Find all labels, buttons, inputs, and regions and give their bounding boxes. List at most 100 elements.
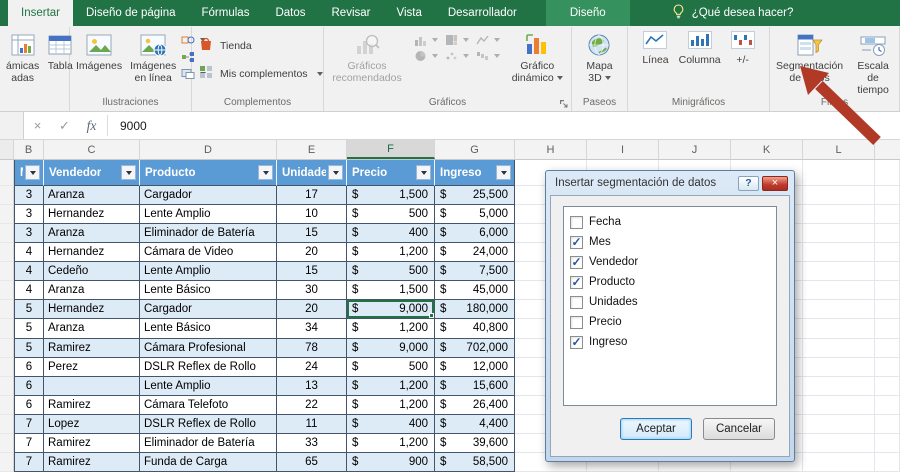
cell-precio[interactable]: $1,200 [347,243,435,262]
table-header-ingreso[interactable]: Ingreso [435,160,515,186]
filter-button-vendedor[interactable] [121,165,136,180]
cell-producto[interactable]: DSLR Reflex de Rollo [140,415,277,434]
filter-button-mes[interactable] [25,165,40,180]
cell-mes[interactable]: 3 [14,224,44,243]
cell-producto[interactable]: Lente Amplio [140,205,277,224]
column-chart-button[interactable] [414,34,438,46]
cell-producto[interactable]: Lente Básico [140,281,277,300]
checkbox-producto[interactable]: ✓ [570,276,583,289]
empty-cell[interactable] [803,339,875,358]
cell-vendedor[interactable]: Hernandez [44,300,140,319]
column-header-c[interactable]: C [44,140,140,159]
slicer-field-unidades[interactable]: Unidades [568,292,772,312]
column-header-d[interactable]: D [140,140,277,159]
cell-ingreso[interactable]: $6,000 [435,224,515,243]
cell-precio[interactable]: $1,500 [347,281,435,300]
cell-producto[interactable]: Eliminador de Batería [140,224,277,243]
cell-mes[interactable]: 6 [14,377,44,396]
graficos-dialog-launcher[interactable] [558,98,569,109]
tab-revisar[interactable]: Revisar [319,0,384,26]
empty-cell[interactable] [875,415,900,434]
cell-producto[interactable]: DSLR Reflex de Rollo [140,358,277,377]
cell-unidades[interactable]: 33 [277,434,347,453]
cell-ingreso[interactable]: $5,000 [435,205,515,224]
slicer-field-fecha[interactable]: Fecha [568,212,772,232]
cell-ingreso[interactable]: $26,400 [435,396,515,415]
column-header-i[interactable]: I [587,140,659,159]
column-header-j[interactable]: J [659,140,731,159]
empty-cell[interactable] [803,453,875,472]
dialog-close-button[interactable]: × [762,176,788,191]
cell-mes[interactable]: 4 [14,262,44,281]
empty-cell[interactable] [803,186,875,205]
cell-unidades[interactable]: 30 [277,281,347,300]
online-pictures-button[interactable]: Imágenesen línea [126,27,180,84]
slicer-field-producto[interactable]: ✓Producto [568,272,772,292]
pie-chart-button[interactable] [414,50,438,62]
empty-cell[interactable] [875,262,900,281]
recommended-charts-button[interactable]: Gráficosrecomendados [328,27,405,84]
empty-cell[interactable] [875,186,900,205]
cell-precio[interactable]: $1,500 [347,186,435,205]
cell-producto[interactable]: Cargador [140,186,277,205]
fill-handle[interactable] [429,313,434,318]
cell-precio[interactable]: $1,200 [347,396,435,415]
cell-vendedor[interactable]: Ramirez [44,339,140,358]
cell-vendedor[interactable]: Lopez [44,415,140,434]
formula-input[interactable]: 9000 [110,112,900,139]
checkbox-precio[interactable] [570,316,583,329]
cell-producto[interactable]: Lente Amplio [140,377,277,396]
empty-cell[interactable] [803,281,875,300]
empty-cell[interactable] [875,396,900,415]
column-header-b[interactable]: B [14,140,44,159]
cell-unidades[interactable]: 17 [277,186,347,205]
cell-producto[interactable]: Cámara de Video [140,243,277,262]
cell-ingreso[interactable]: $7,500 [435,262,515,281]
empty-cell[interactable] [875,319,900,338]
pivotchart-button[interactable]: Gráficodinámico [508,27,567,84]
slicer-field-precio[interactable]: Precio [568,312,772,332]
tab-formulas[interactable]: Fórmulas [189,0,263,26]
insert-slicer-button[interactable]: Segmentaciónde datos [772,27,847,84]
cell-unidades[interactable]: 15 [277,262,347,281]
cell-precio[interactable]: $500 [347,262,435,281]
cell-mes[interactable]: 4 [14,243,44,262]
empty-cell[interactable] [803,377,875,396]
pivot-tables-recommended-button[interactable]: ámicasadas [2,27,43,84]
cell-precio[interactable]: $400 [347,224,435,243]
empty-cell[interactable] [875,205,900,224]
cell-producto[interactable]: Cargador [140,300,277,319]
table-header-unidades[interactable]: Unidades [277,160,347,186]
cell-ingreso[interactable]: $12,000 [435,358,515,377]
cancel-icon[interactable]: × [24,112,51,139]
cell-vendedor[interactable]: Perez [44,358,140,377]
cell-unidades[interactable]: 24 [277,358,347,377]
cell-vendedor[interactable]: Ramirez [44,434,140,453]
empty-cell[interactable] [803,358,875,377]
empty-cell[interactable] [803,224,875,243]
cell-ingreso[interactable]: $58,500 [435,453,515,472]
cell-ingreso[interactable]: $24,000 [435,243,515,262]
cell-unidades[interactable]: 10 [277,205,347,224]
cell-mes[interactable]: 6 [14,358,44,377]
empty-cell[interactable] [875,281,900,300]
cell-vendedor[interactable]: Aranza [44,319,140,338]
empty-cell[interactable] [803,415,875,434]
filter-button-producto[interactable] [258,165,273,180]
column-header-l[interactable]: L [803,140,875,159]
insert-function-icon[interactable]: fx [78,112,105,139]
empty-cell[interactable] [803,300,875,319]
cell-ingreso[interactable]: $4,400 [435,415,515,434]
map-3d-button[interactable]: Mapa3D [582,27,616,84]
empty-cell[interactable] [803,243,875,262]
sparkline-line-button[interactable]: Línea [637,27,673,66]
cell-ingreso[interactable]: $39,600 [435,434,515,453]
tab-vista[interactable]: Vista [383,0,434,26]
tab-diseno-de-pagina[interactable]: Diseño de página [73,0,189,26]
cell-vendedor[interactable]: Aranza [44,224,140,243]
table-header-vendedor[interactable]: Vendedor [44,160,140,186]
checkbox-mes[interactable]: ✓ [570,236,583,249]
empty-cell[interactable] [803,319,875,338]
cell-mes[interactable]: 7 [14,453,44,472]
empty-cell[interactable] [875,224,900,243]
